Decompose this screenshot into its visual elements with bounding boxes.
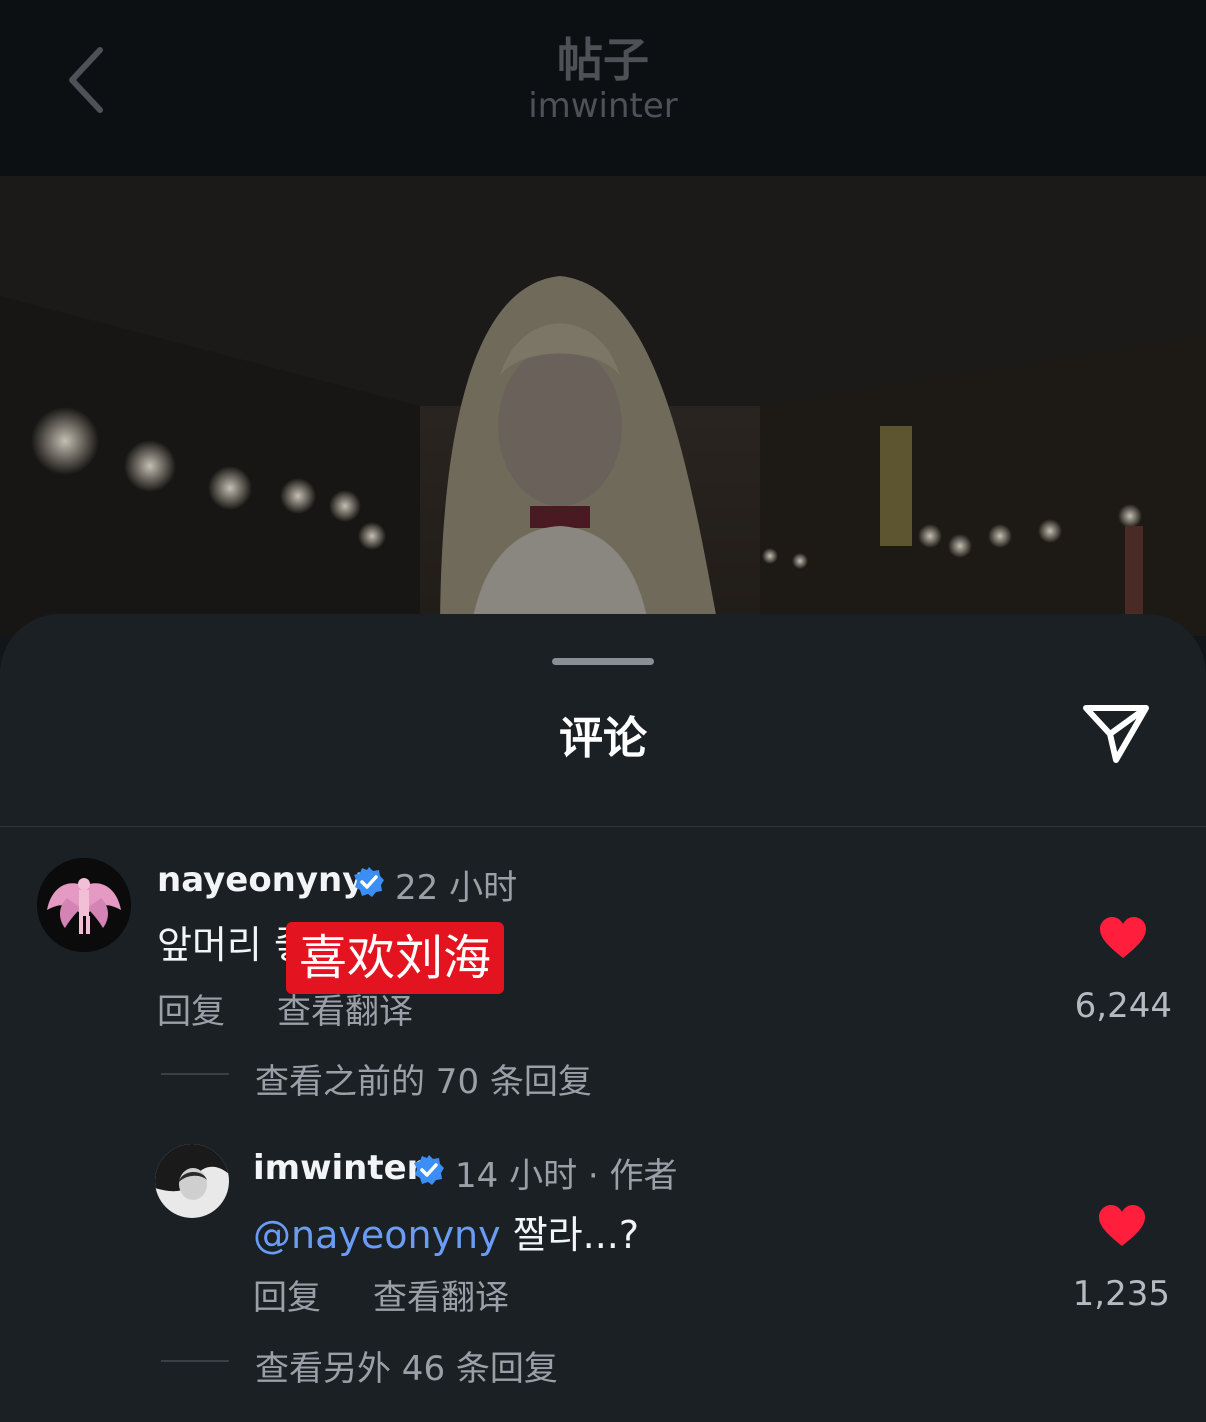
comments-sheet: 评论 nayeonyny 22 小时 앞머리 좋다 回复 查看翻译 6,244 … bbox=[0, 614, 1206, 1422]
translation-overlay-label: 喜欢刘海 bbox=[286, 922, 504, 994]
page-title: 帖子 bbox=[557, 33, 649, 87]
sheet-divider bbox=[0, 826, 1206, 827]
comment-time: 14 小时 · 作者 bbox=[455, 1156, 678, 1196]
reply-button[interactable]: 回复 bbox=[157, 984, 225, 1033]
avatar[interactable] bbox=[37, 858, 131, 952]
avatar[interactable] bbox=[155, 1144, 229, 1218]
replies-divider-line bbox=[161, 1073, 229, 1075]
comment-body: 짤라...? bbox=[500, 1213, 640, 1257]
mention-link[interactable]: @nayeonyny bbox=[253, 1213, 501, 1257]
top-header: 帖子 imwinter bbox=[0, 0, 1206, 176]
comments-title: 评论 bbox=[559, 713, 647, 764]
like-count: 6,244 bbox=[1074, 986, 1172, 1026]
post-photo bbox=[0, 176, 1206, 636]
view-replies-link[interactable]: 查看另外 46 条回复 bbox=[255, 1341, 558, 1390]
view-replies-link[interactable]: 查看之前的 70 条回复 bbox=[255, 1054, 592, 1103]
reply-button[interactable]: 回复 bbox=[253, 1270, 321, 1319]
comment-text: @nayeonyny 짤라...? bbox=[253, 1204, 639, 1259]
sheet-grabber[interactable] bbox=[552, 658, 654, 665]
share-send-icon[interactable] bbox=[1080, 700, 1152, 766]
like-heart-icon[interactable] bbox=[1097, 1204, 1147, 1248]
translate-button[interactable]: 查看翻译 bbox=[373, 1270, 509, 1319]
comment-username[interactable]: nayeonyny bbox=[157, 860, 364, 900]
like-count: 1,235 bbox=[1072, 1274, 1170, 1314]
replies-divider-line bbox=[161, 1360, 229, 1362]
comment-time: 22 小时 bbox=[395, 868, 518, 908]
like-heart-icon[interactable] bbox=[1098, 916, 1148, 960]
page-subtitle: imwinter bbox=[528, 86, 678, 126]
verified-badge-icon bbox=[354, 867, 384, 897]
verified-badge-icon bbox=[414, 1155, 444, 1185]
comment-username[interactable]: imwinter bbox=[253, 1148, 423, 1188]
